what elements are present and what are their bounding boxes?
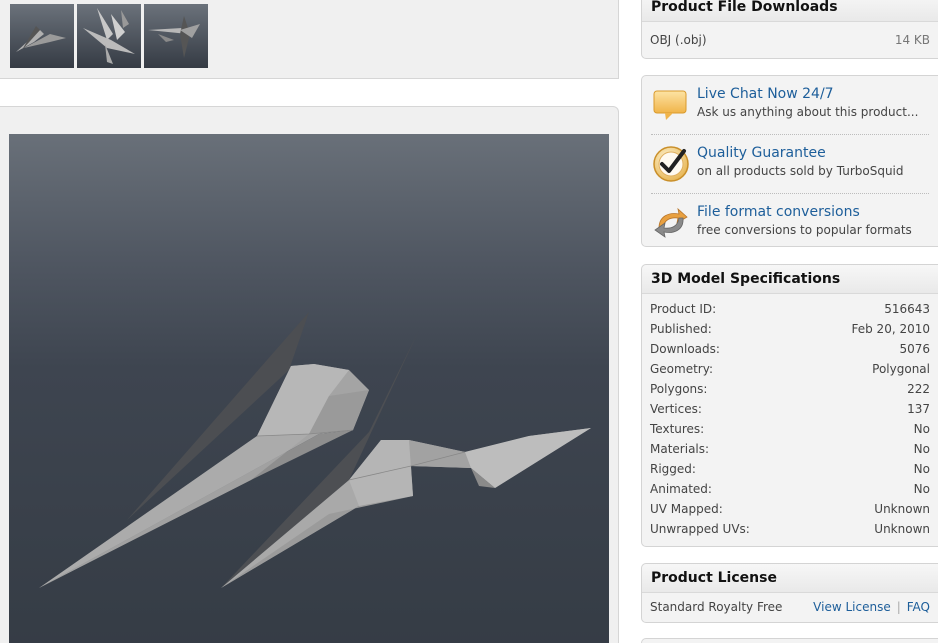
spec-label: Unwrapped UVs:	[650, 522, 750, 536]
thumbnail-1[interactable]	[10, 4, 74, 68]
spec-row: Vertices: 137	[642, 399, 938, 419]
model-thumbnail-1-icon	[10, 4, 74, 68]
spec-value: 222	[907, 382, 930, 396]
model-thumbnail-2-icon	[77, 4, 141, 68]
spec-label: Downloads:	[650, 342, 720, 356]
link-separator: |	[896, 600, 901, 614]
license-title: Product License	[642, 564, 938, 593]
spec-row: Polygons: 222	[642, 379, 938, 399]
download-file-row[interactable]: OBJ (.obj) 14 KB	[642, 22, 938, 58]
spec-label: UV Mapped:	[650, 502, 723, 516]
chat-bubble-icon	[653, 90, 687, 120]
live-chat-subtitle: Ask us anything about this product...	[697, 105, 919, 119]
thumbnail-3[interactable]	[144, 4, 208, 68]
spec-label: Published:	[650, 322, 712, 336]
specifications-list: Product ID: 516643 Published: Feb 20, 2010…	[642, 294, 938, 539]
spec-label: Animated:	[650, 482, 712, 496]
format-conversion-service[interactable]: File format conversions free conversions…	[651, 194, 929, 252]
downloads-panel: Product File Downloads OBJ (.obj) 14 KB	[641, 0, 938, 59]
quality-guarantee-link[interactable]: Quality Guarantee	[697, 145, 826, 161]
view-license-link[interactable]: View License	[813, 600, 891, 614]
services-panel: Live Chat Now 24/7 Ask us anything about…	[641, 75, 938, 247]
file-size: 14 KB	[894, 33, 930, 47]
quality-guarantee-subtitle: on all products sold by TurboSquid	[697, 164, 904, 178]
spec-row: Product ID: 516643	[642, 299, 938, 319]
spec-value: Feb 20, 2010	[851, 322, 931, 336]
checkmark-badge-icon	[653, 146, 689, 182]
viewer-panel	[0, 106, 619, 643]
thumbnail-2[interactable]	[77, 4, 141, 68]
spec-value: No	[913, 422, 930, 436]
spec-value: 137	[907, 402, 930, 416]
spec-row: Geometry: Polygonal	[642, 359, 938, 379]
file-format[interactable]: OBJ (.obj)	[650, 33, 707, 47]
spec-row: Unwrapped UVs: Unknown	[642, 519, 938, 539]
spec-value: Unknown	[874, 502, 930, 516]
spec-value: 5076	[899, 342, 930, 356]
spec-label: Materials:	[650, 442, 710, 456]
downloads-title: Product File Downloads	[642, 0, 938, 22]
spec-row: Animated: No	[642, 479, 938, 499]
license-links: View License | FAQ	[813, 600, 930, 614]
spec-row: Materials: No	[642, 439, 938, 459]
license-type: Standard Royalty Free	[650, 600, 783, 614]
spec-row: Published: Feb 20, 2010	[642, 319, 938, 339]
model-preview-image[interactable]	[9, 134, 609, 643]
spaceship-model-render	[9, 134, 609, 643]
format-conversion-link[interactable]: File format conversions	[697, 204, 860, 220]
specifications-title: 3D Model Specifications	[642, 265, 938, 294]
spec-value: 516643	[884, 302, 930, 316]
spec-label: Polygons:	[650, 382, 708, 396]
spec-label: Rigged:	[650, 462, 696, 476]
next-panel-edge	[641, 638, 938, 643]
spec-value: No	[913, 442, 930, 456]
spec-label: Vertices:	[650, 402, 702, 416]
thumbnail-strip	[0, 0, 619, 79]
license-panel: Product License Standard Royalty Free Vi…	[641, 563, 938, 623]
model-thumbnail-3-icon	[144, 4, 208, 68]
spec-value: Unknown	[874, 522, 930, 536]
spec-row: Rigged: No	[642, 459, 938, 479]
faq-link[interactable]: FAQ	[907, 600, 930, 614]
spec-label: Textures:	[650, 422, 705, 436]
spec-value: No	[913, 482, 930, 496]
format-conversion-subtitle: free conversions to popular formats	[697, 223, 912, 237]
live-chat-service[interactable]: Live Chat Now 24/7 Ask us anything about…	[651, 76, 929, 135]
spec-label: Product ID:	[650, 302, 717, 316]
quality-guarantee-service[interactable]: Quality Guarantee on all products sold b…	[651, 135, 929, 194]
live-chat-link[interactable]: Live Chat Now 24/7	[697, 86, 834, 102]
convert-arrows-icon	[654, 207, 688, 238]
spec-row: UV Mapped: Unknown	[642, 499, 938, 519]
spec-value: No	[913, 462, 930, 476]
spec-row: Downloads: 5076	[642, 339, 938, 359]
license-row: Standard Royalty Free View License | FAQ	[642, 593, 938, 621]
spec-row: Textures: No	[642, 419, 938, 439]
product-page: Product File Downloads OBJ (.obj) 14 KB …	[0, 0, 938, 643]
spec-value: Polygonal	[872, 362, 930, 376]
spec-label: Geometry:	[650, 362, 714, 376]
specifications-panel: 3D Model Specifications Product ID: 51664…	[641, 264, 938, 547]
